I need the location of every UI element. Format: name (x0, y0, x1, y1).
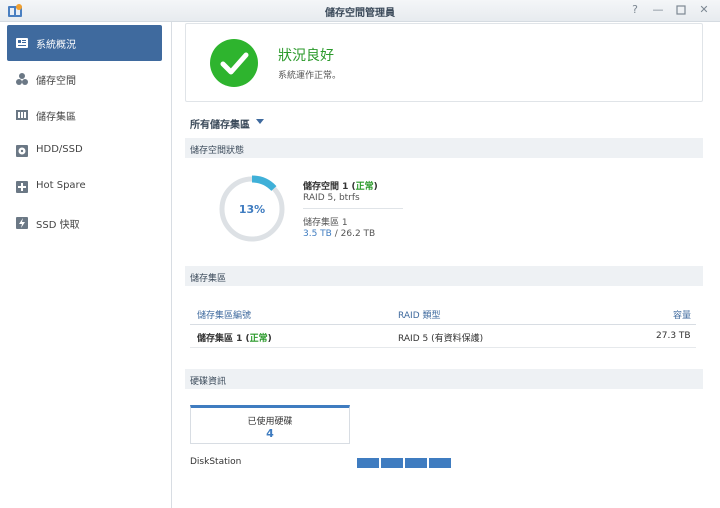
ssd-cache-icon (16, 217, 28, 229)
volume-status: 正常 (355, 182, 374, 192)
overview-icon (16, 38, 28, 48)
sidebar: 系統概況 儲存空間 儲存集區 HDD/SSD Hot Spare SSD 快取 (0, 22, 172, 508)
volume-icon (16, 73, 28, 85)
table-cell-capacity: 27.3 TB (656, 331, 691, 341)
storage-pool-header: 儲存集區 (185, 266, 703, 286)
table-row-pool-name[interactable]: 儲存集區 1 (正常) (197, 331, 272, 344)
divider (190, 347, 696, 348)
disk-slot[interactable] (357, 458, 379, 468)
sidebar-item-label: 儲存集區 (36, 112, 76, 123)
disk-info-header: 硬碟資訊 (185, 369, 703, 389)
volume-raid-type: RAID 5, btrfs (303, 193, 360, 203)
chevron-down-icon[interactable] (256, 119, 264, 124)
title-bar: 儲存空間管理員 ? — ✕ (0, 0, 720, 22)
sidebar-item-overview[interactable]: 系統概況 (7, 25, 162, 61)
sidebar-item-label: 系統概況 (36, 40, 76, 51)
column-header-capacity: 容量 (673, 311, 692, 321)
pool-name: 儲存集區 1 (303, 218, 348, 228)
divider (303, 208, 403, 209)
window-title: 儲存空間管理員 (325, 8, 395, 19)
sidebar-item-hot-spare[interactable]: Hot Spare (7, 169, 162, 205)
status-subtitle: 系統運作正常。 (278, 71, 342, 81)
sidebar-item-volume[interactable]: 儲存空間 (7, 61, 162, 97)
pool-used: 3.5 TB (303, 229, 332, 239)
sidebar-item-label: Hot Spare (36, 180, 86, 191)
sidebar-item-label: HDD/SSD (36, 144, 83, 155)
storage-pool-icon (16, 110, 28, 120)
used-disks-label: 已使用硬碟 (247, 417, 293, 427)
usage-percent: 13% (238, 203, 266, 216)
volume-status-header: 儲存空間狀態 (185, 138, 703, 158)
disk-slot[interactable] (429, 458, 451, 468)
pool-total: 26.2 TB (340, 229, 376, 239)
disk-slot[interactable] (381, 458, 403, 468)
column-header-raid: RAID 類型 (398, 311, 441, 321)
used-disks-count: 4 (266, 427, 274, 440)
minimize-icon[interactable]: — (651, 3, 665, 17)
pool-capacity: 3.5 TB / 26.2 TB (303, 229, 376, 239)
check-icon (210, 39, 258, 87)
volume-name[interactable]: 儲存空間 1 (正常) (303, 179, 378, 192)
status-title: 狀況良好 (278, 48, 334, 64)
health-status-card: 狀況良好 系統運作正常。 (185, 23, 703, 102)
sidebar-item-label: SSD 快取 (36, 220, 80, 231)
used-disks-card: 已使用硬碟 4 (190, 405, 350, 444)
close-icon[interactable]: ✕ (697, 3, 711, 17)
disk-slot[interactable] (405, 458, 427, 468)
hot-spare-icon (16, 181, 28, 193)
device-name: DiskStation (190, 457, 242, 467)
hdd-icon (16, 145, 28, 157)
pool-selector-dropdown[interactable]: 所有儲存集區 (190, 116, 250, 131)
section-title: 硬碟資訊 (190, 377, 227, 387)
main-panel: 狀況良好 系統運作正常。 所有儲存集區 儲存空間狀態 13% 儲存空間 1 (正… (173, 22, 720, 508)
divider (190, 324, 696, 325)
sidebar-item-hdd-ssd[interactable]: HDD/SSD (7, 133, 162, 169)
sidebar-item-storage-pool[interactable]: 儲存集區 (7, 97, 162, 133)
sidebar-item-label: 儲存空間 (36, 76, 76, 87)
help-icon[interactable]: ? (628, 3, 642, 17)
maximize-icon[interactable] (674, 3, 688, 17)
table-cell-raid: RAID 5 (有資料保護) (398, 334, 484, 344)
column-header-pool-name: 儲存集區編號 (197, 311, 252, 321)
section-title: 儲存集區 (190, 274, 227, 284)
sidebar-item-ssd-cache[interactable]: SSD 快取 (7, 205, 162, 241)
section-title: 儲存空間狀態 (190, 146, 245, 156)
pool-status: 正常 (249, 334, 268, 344)
